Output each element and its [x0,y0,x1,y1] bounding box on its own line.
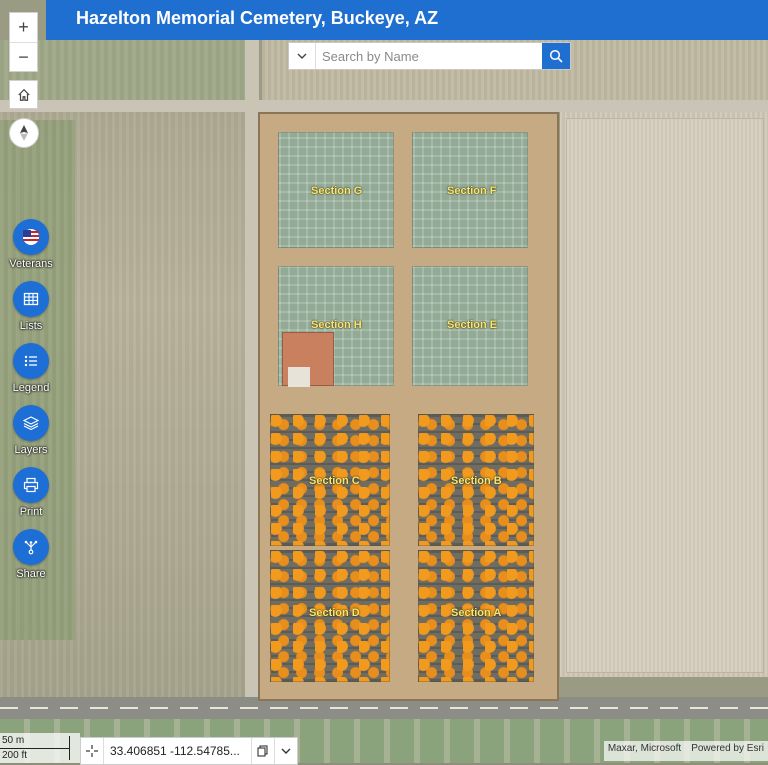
scale-metric: 50 m [2,735,25,746]
zoom-in-button[interactable]: + [10,13,37,42]
map-road-west [245,40,259,720]
scale-bar: 50 m 200 ft [0,733,80,763]
lists-tool[interactable]: Lists [0,281,62,332]
layers-tool[interactable]: Layers [0,405,62,456]
coordinate-readout: 33.406851 -112.54785... [110,744,240,758]
scale-tick [69,736,70,760]
lists-button[interactable] [13,281,49,317]
map-view[interactable]: Section G Section F Section H Section E … [0,0,768,763]
section-f[interactable]: Section F [412,132,528,248]
section-g[interactable]: Section G [278,132,394,248]
attribution-powered-by[interactable]: Powered by Esri [691,743,764,759]
share-icon [24,540,38,555]
print-label: Print [19,506,43,518]
printer-icon [23,477,39,493]
search-icon [549,49,563,63]
zoom-control: + − [9,12,38,72]
copy-coordinates-button[interactable] [251,738,274,764]
crosshair-icon [86,745,98,757]
building [288,367,310,387]
section-b[interactable]: Section B [418,414,534,546]
home-icon [17,88,30,101]
search-input[interactable] [316,43,542,69]
us-flag-icon [23,229,39,245]
print-tool[interactable]: Print [0,467,62,518]
section-c[interactable]: Section C [270,414,390,546]
section-d-label: Section D [309,607,360,619]
zoom-out-button[interactable]: − [10,42,37,72]
legend-tool[interactable]: Legend [0,343,62,394]
section-f-label: Section F [447,185,497,197]
section-a-label: Section A [451,607,502,619]
map-field-east-inner [566,118,764,673]
section-h-label: Section H [311,319,362,331]
list-icon [24,355,37,367]
section-c-label: Section C [309,475,360,487]
section-e[interactable]: Section E [412,266,528,386]
legend-button[interactable] [13,343,49,379]
share-label: Share [16,568,46,580]
share-button[interactable] [13,529,49,565]
section-b-label: Section B [451,475,502,487]
layers-label: Layers [14,444,48,456]
coordinate-format-dropdown[interactable] [274,738,297,764]
section-a[interactable]: Section A [418,550,534,682]
print-button[interactable] [13,467,49,503]
app-header: Hazelton Memorial Cemetery, Buckeye, AZ [46,0,768,40]
veterans-tool[interactable]: Veterans [0,219,62,270]
scale-imperial: 200 ft [2,750,28,761]
cemetery-grounds: Section G Section F Section H Section E … [258,112,559,701]
scale-line [0,748,70,749]
veterans-button[interactable] [13,219,49,255]
lists-label: Lists [19,320,43,332]
map-attribution: Maxar, Microsoft Powered by Esri [603,741,768,761]
attribution-sources: Maxar, Microsoft [607,743,682,754]
section-d[interactable]: Section D [270,550,390,682]
section-g-label: Section G [311,185,363,197]
map-road-north [0,100,768,112]
layers-icon [23,416,39,431]
layers-button[interactable] [13,405,49,441]
table-icon [23,292,39,306]
copy-icon [257,745,268,757]
app-title: Hazelton Memorial Cemetery, Buckeye, AZ [76,8,439,28]
search-source-dropdown[interactable] [289,43,316,69]
search-button[interactable] [542,43,570,69]
compass-icon [20,125,28,141]
crosshair-button[interactable] [81,738,104,764]
section-e-label: Section E [447,319,498,331]
chevron-down-icon [297,53,307,59]
legend-label: Legend [12,382,50,394]
compass-button[interactable] [9,118,39,148]
search-bar [288,42,571,70]
coordinate-widget: 33.406851 -112.54785... [80,737,298,765]
chevron-down-icon [281,748,291,754]
veterans-label: Veterans [9,258,53,270]
home-button[interactable] [9,80,38,109]
share-tool[interactable]: Share [0,529,62,580]
